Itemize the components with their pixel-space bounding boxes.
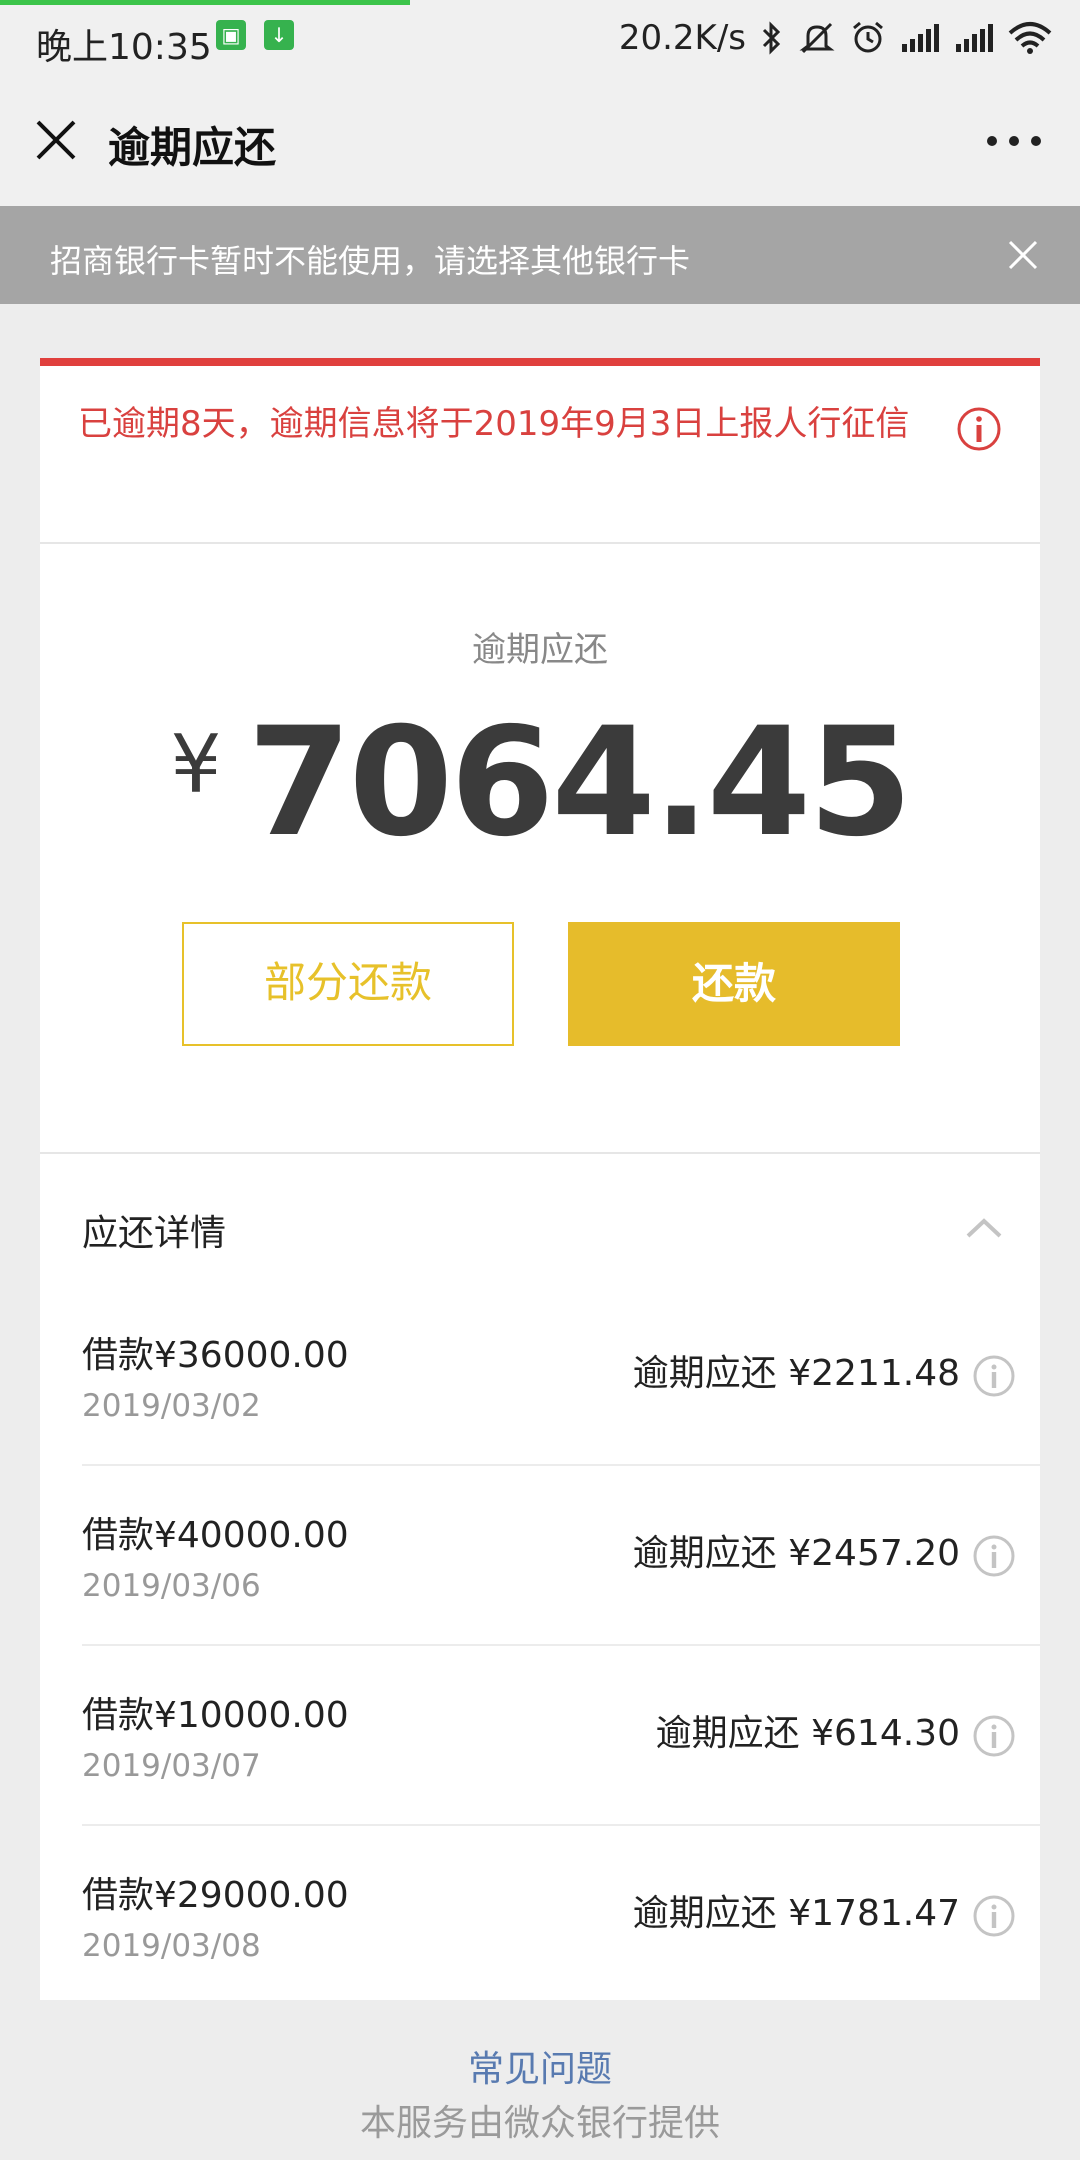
more-icon[interactable]: [986, 134, 1042, 148]
network-speed: 20.2K/s: [618, 18, 746, 58]
loan-row[interactable]: 借款¥10000.00 2019/03/07 逾期应还 ¥614.30: [82, 1646, 1040, 1824]
overdue-amount: 逾期应还 ¥2211.48: [632, 1353, 960, 1394]
page-title: 逾期应还: [108, 123, 277, 172]
amount-value: 7064.45: [247, 696, 912, 870]
info-icon[interactable]: [972, 1714, 1016, 1758]
notice-banner: 招商银行卡暂时不能使用，请选择其他银行卡: [0, 206, 1080, 304]
status-time: 晚上10:35: [36, 27, 212, 68]
notice-text: 招商银行卡暂时不能使用，请选择其他银行卡: [50, 242, 691, 280]
app-badge-icon: ▣: [216, 20, 246, 50]
loan-date: 2019/03/06: [82, 1568, 261, 1604]
divider: [40, 1152, 1040, 1154]
currency-symbol: ¥: [170, 718, 222, 811]
signal-icon: [902, 24, 939, 52]
signal-icon: [956, 24, 993, 52]
divider: [40, 542, 1040, 544]
status-bar: 晚上10:35 ▣ ↓ 20.2K/s: [0, 0, 1080, 78]
partial-repay-button[interactable]: 部分还款: [182, 922, 514, 1046]
info-icon[interactable]: [972, 1354, 1016, 1398]
overdue-amount: 逾期应还 ¥1781.47: [632, 1893, 960, 1934]
loan-row[interactable]: 借款¥29000.00 2019/03/08 逾期应还 ¥1781.47: [82, 1826, 1040, 2004]
loan-row[interactable]: 借款¥36000.00 2019/03/02 逾期应还 ¥2211.48: [82, 1286, 1040, 1464]
mute-icon: [799, 22, 835, 54]
info-icon[interactable]: [956, 406, 1002, 452]
loan-amount: 借款¥10000.00: [82, 1695, 349, 1736]
close-icon[interactable]: [34, 118, 78, 162]
overdue-warning-text: 已逾期8天，逾期信息将于2019年9月3日上报人行征信: [78, 404, 910, 444]
loan-date: 2019/03/02: [82, 1388, 261, 1424]
overdue-amount: 逾期应还 ¥614.30: [655, 1713, 960, 1754]
wifi-icon: [1008, 22, 1052, 54]
bluetooth-icon: [762, 21, 781, 55]
amount-label: 逾期应还: [472, 630, 608, 670]
overdue-card: 已逾期8天，逾期信息将于2019年9月3日上报人行征信 逾期应还 ¥7064.4…: [40, 358, 1040, 2000]
loan-amount: 借款¥36000.00: [82, 1335, 349, 1376]
loan-date: 2019/03/07: [82, 1748, 261, 1784]
status-indicators: 20.2K/s: [619, 16, 1052, 60]
faq-link[interactable]: 常见问题: [0, 2040, 1080, 2092]
page-load-progress: [0, 0, 410, 5]
loan-row[interactable]: 借款¥40000.00 2019/03/06 逾期应还 ¥2457.20: [82, 1466, 1040, 1644]
info-icon[interactable]: [972, 1534, 1016, 1578]
repay-button[interactable]: 还款: [568, 922, 900, 1046]
loan-amount: 借款¥29000.00: [82, 1875, 349, 1916]
info-icon[interactable]: [972, 1894, 1016, 1938]
download-icon: ↓: [264, 20, 294, 50]
title-bar: 逾期应还: [0, 78, 1080, 206]
chevron-up-icon[interactable]: [964, 1216, 1004, 1240]
total-amount: ¥7064.45: [40, 696, 1040, 870]
details-title: 应还详情: [82, 1213, 227, 1254]
provider-text: 本服务由微众银行提供: [359, 2103, 720, 2144]
overdue-amount: 逾期应还 ¥2457.20: [632, 1533, 960, 1574]
alarm-icon: [853, 21, 883, 53]
notice-close-icon[interactable]: [1008, 240, 1038, 270]
loan-date: 2019/03/08: [82, 1928, 261, 1964]
loan-amount: 借款¥40000.00: [82, 1515, 349, 1556]
